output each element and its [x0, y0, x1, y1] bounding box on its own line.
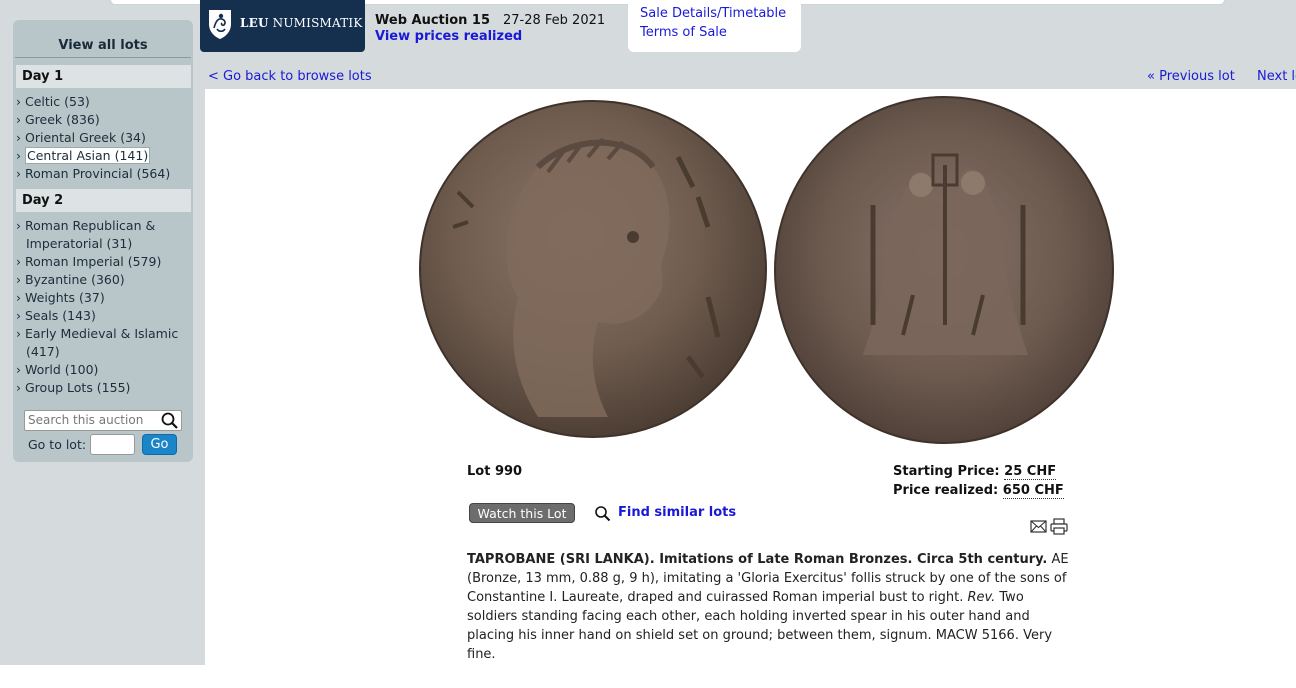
arrow-icon: ›	[16, 362, 21, 377]
category-greek[interactable]: › Greek (836)	[16, 111, 100, 129]
leu-shield-icon	[209, 10, 231, 39]
next-lot-link[interactable]: Next lot »	[1257, 69, 1296, 84]
mail-icon[interactable]	[1030, 520, 1047, 533]
category-early-medieval-islamic[interactable]: › Early Medieval & Islamic (417)	[16, 325, 178, 361]
category-group-lots[interactable]: › Group Lots (155)	[16, 379, 130, 397]
arrow-icon: ›	[16, 112, 21, 127]
arrow-icon: ›	[16, 308, 21, 323]
category-byzantine[interactable]: › Byzantine (360)	[16, 271, 125, 289]
arrow-icon: ›	[16, 148, 21, 163]
bottom-strip	[0, 665, 1296, 688]
arrow-icon: ›	[16, 380, 21, 395]
view-prices-realized-link[interactable]: View prices realized	[375, 29, 522, 44]
goto-lot-input[interactable]	[90, 434, 135, 455]
category-oriental-greek[interactable]: › Oriental Greek (34)	[16, 129, 146, 147]
arrow-icon: ›	[16, 326, 21, 341]
print-icon[interactable]	[1050, 518, 1068, 535]
starting-price: Starting Price: 25 CHF	[893, 464, 1057, 480]
lot-description: TAPROBANE (SRI LANKA). Imitations of Lat…	[467, 552, 1069, 662]
back-to-browse-link[interactable]: < Go back to browse lots	[208, 69, 372, 84]
arrow-icon: ›	[16, 290, 21, 305]
watch-lot-button[interactable]: Watch this Lot	[469, 503, 575, 523]
arrow-icon: ›	[16, 130, 21, 145]
auction-title: Web Auction 15	[375, 13, 491, 28]
category-roman-republican[interactable]: › Roman Republican & Imperatorial (31)	[16, 217, 155, 253]
category-central-asian[interactable]: › Central Asian (141)	[16, 147, 151, 165]
search-auction-input[interactable]: Search this auction	[24, 410, 182, 431]
day-2-heading: Day 2	[16, 189, 191, 212]
arrow-icon: ›	[16, 94, 21, 109]
search-icon[interactable]	[160, 411, 180, 431]
leu-numismatik-logo[interactable]: LEU NUMISMATIK	[200, 0, 365, 52]
auction-info-box: Sale Details/Timetable Terms of Sale	[628, 0, 801, 52]
category-world[interactable]: › World (100)	[16, 361, 98, 379]
lot-detail-panel: Lot 990 Starting Price: 25 CHF Price rea…	[205, 89, 1296, 665]
sale-details-link[interactable]: Sale Details/Timetable	[640, 6, 786, 21]
arrow-icon: ›	[16, 272, 21, 287]
coin-reverse-image[interactable]	[773, 95, 1115, 445]
starting-price-value[interactable]: 25 CHF	[1004, 464, 1057, 480]
category-celtic[interactable]: › Celtic (53)	[16, 93, 90, 111]
day-1-heading: Day 1	[16, 65, 191, 88]
logo-text: LEU NUMISMATIK	[240, 16, 363, 30]
lot-number: Lot 990	[467, 464, 523, 479]
goto-lot-label: Go to lot:	[28, 437, 87, 452]
go-button[interactable]: Go	[142, 434, 177, 455]
arrow-icon: ›	[16, 218, 21, 233]
category-roman-imperial[interactable]: › Roman Imperial (579)	[16, 253, 161, 271]
category-roman-provincial[interactable]: › Roman Provincial (564)	[16, 165, 170, 183]
lot-title: TAPROBANE (SRI LANKA). Imitations of Lat…	[467, 552, 1048, 567]
coin-obverse-image[interactable]	[418, 97, 768, 442]
magnifier-icon[interactable]	[594, 505, 612, 523]
auction-dates: 27-28 Feb 2021	[503, 13, 606, 28]
previous-lot-link[interactable]: « Previous lot	[1147, 69, 1235, 84]
arrow-icon: ›	[16, 254, 21, 269]
category-sidebar: View all lots Day 1 › Celtic (53) › Greek …	[13, 20, 193, 462]
terms-of-sale-link[interactable]: Terms of Sale	[640, 25, 727, 40]
arrow-icon: ›	[16, 166, 21, 181]
price-realized-value[interactable]: 650 CHF	[1002, 483, 1064, 499]
category-weights[interactable]: › Weights (37)	[16, 289, 105, 307]
view-all-lots-link[interactable]: View all lots	[15, 20, 191, 58]
category-seals[interactable]: › Seals (143)	[16, 307, 96, 325]
price-realized: Price realized: 650 CHF	[893, 483, 1064, 499]
find-similar-lots-link[interactable]: Find similar lots	[618, 505, 736, 520]
